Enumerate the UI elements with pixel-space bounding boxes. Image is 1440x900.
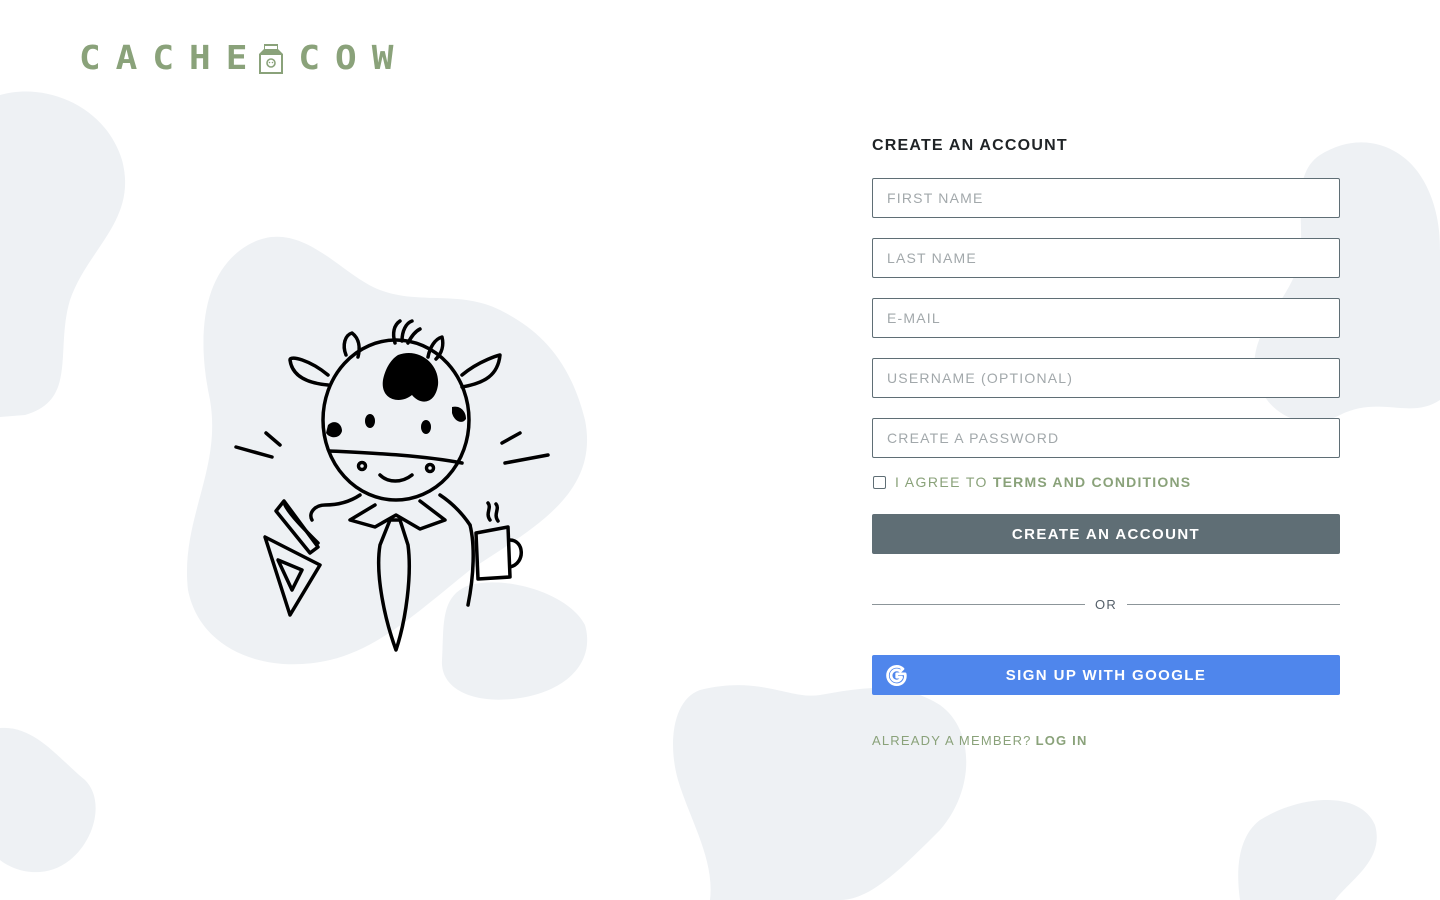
divider-text: OR xyxy=(1095,596,1117,612)
logo-word-right: COW xyxy=(298,39,409,78)
create-account-button[interactable]: CREATE AN ACCOUNT xyxy=(872,514,1340,554)
blob-top-left xyxy=(0,91,126,417)
blob-bottom-left xyxy=(0,727,96,873)
divider-line-left xyxy=(872,603,1086,605)
signup-form: CREATE AN ACCOUNT I AGREE TO TERMS AND C… xyxy=(872,136,1340,748)
or-divider: OR xyxy=(872,596,1340,612)
terms-checkbox[interactable] xyxy=(873,475,886,489)
terms-link[interactable]: TERMS AND CONDITIONS xyxy=(993,474,1191,490)
email-field[interactable] xyxy=(872,298,1340,338)
cachecow-logo[interactable]: CACHE COW xyxy=(79,42,408,76)
first-name-field[interactable] xyxy=(872,178,1340,218)
password-field[interactable] xyxy=(872,418,1340,458)
google-signup-button[interactable]: SIGN UP WITH GOOGLE xyxy=(872,655,1340,695)
last-name-field[interactable] xyxy=(872,238,1340,278)
blob-bottom-right xyxy=(1238,800,1377,900)
terms-prefix: I AGREE TO xyxy=(895,474,988,490)
username-field[interactable] xyxy=(872,358,1340,398)
terms-row: I AGREE TO TERMS AND CONDITIONS xyxy=(872,472,1340,492)
form-title: CREATE AN ACCOUNT xyxy=(872,137,1068,154)
cow-mascot-icon xyxy=(234,319,550,652)
login-link[interactable]: LOG IN xyxy=(1036,733,1088,748)
divider-line-right xyxy=(1126,603,1340,605)
logo-word-left: CACHE xyxy=(79,39,263,78)
google-icon xyxy=(886,664,907,687)
google-button-label: SIGN UP WITH GOOGLE xyxy=(1005,666,1207,684)
member-prompt: ALREADY A MEMBER? xyxy=(872,733,1032,748)
member-row: ALREADY A MEMBER? LOG IN xyxy=(872,733,1340,748)
